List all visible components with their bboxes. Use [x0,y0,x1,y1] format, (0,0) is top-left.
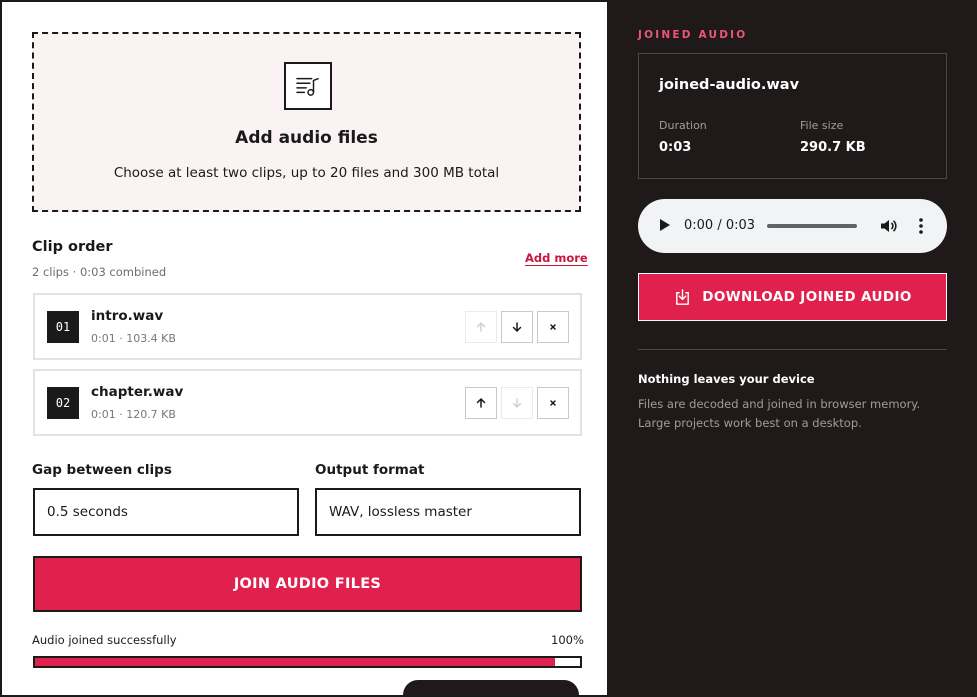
audio-player: 0:00 / 0:03 [638,199,947,253]
download-label: DOWNLOAD JOINED AUDIO [702,289,912,305]
clip-row: 01 intro.wav 0:01 · 103.4 KB [33,293,582,360]
progress-percent: 100% [551,633,584,647]
clip-number: 02 [47,387,79,419]
player-time: 0:00 / 0:03 [684,218,756,233]
move-up-button[interactable] [465,387,497,419]
gap-label: Gap between clips [32,462,172,478]
duration-value: 0:03 [659,140,692,155]
clip-name: chapter.wav [91,384,184,400]
move-down-button[interactable] [501,311,533,343]
format-label: Output format [315,462,425,478]
remove-clip-button[interactable] [537,311,569,343]
play-icon[interactable] [660,219,670,231]
progress-bar [33,656,582,668]
clip-order-summary: 2 clips · 0:03 combined [32,265,167,279]
arrow-up-icon [476,397,486,408]
arrow-up-icon [476,321,486,332]
gap-select[interactable]: 0.5 seconds [33,488,299,536]
seek-slider[interactable] [767,224,857,228]
duration-label: Duration [659,119,707,132]
floating-toolbar[interactable] [403,680,579,695]
editor-panel: Add audio files Choose at least two clip… [0,0,609,697]
file-size-value: 290.7 KB [800,140,866,155]
clip-number: 01 [47,311,79,343]
progress-fill [35,658,556,666]
result-file-name: joined-audio.wav [659,77,800,93]
privacy-title: Nothing leaves your device [638,372,815,386]
download-icon [676,288,690,305]
remove-clip-button[interactable] [537,387,569,419]
format-select[interactable]: WAV, lossless master [315,488,581,536]
join-audio-button[interactable]: JOIN AUDIO FILES [33,556,582,612]
file-size-label: File size [800,119,844,132]
progress-status: Audio joined successfully [32,633,177,647]
volume-icon[interactable] [879,217,897,235]
clip-row: 02 chapter.wav 0:01 · 120.7 KB [33,369,582,436]
close-icon [550,400,556,406]
arrow-down-icon [512,322,522,333]
clip-name: intro.wav [91,308,164,324]
clip-meta: 0:01 · 120.7 KB [91,408,176,421]
upload-title: Add audio files [235,128,378,148]
upload-subtitle: Choose at least two clips, up to 20 file… [113,165,500,181]
download-button[interactable]: DOWNLOAD JOINED AUDIO [638,273,947,321]
result-card: joined-audio.wav Duration 0:03 File size… [638,53,947,179]
move-down-button[interactable] [501,387,533,419]
clip-order-title: Clip order [32,239,113,255]
move-up-button[interactable] [465,311,497,343]
upload-dropzone[interactable]: Add audio files Choose at least two clip… [32,32,581,212]
clip-meta: 0:01 · 103.4 KB [91,332,176,345]
result-heading: JOINED AUDIO [638,29,748,41]
add-more-link[interactable]: Add more [525,251,588,265]
more-options-icon[interactable] [918,217,924,235]
arrow-down-icon [512,398,522,409]
privacy-text: Files are decoded and joined in browser … [638,397,921,430]
divider [638,349,947,350]
audio-list-icon [284,62,332,110]
close-icon [550,324,556,330]
result-panel: JOINED AUDIO joined-audio.wav Duration 0… [609,0,977,697]
